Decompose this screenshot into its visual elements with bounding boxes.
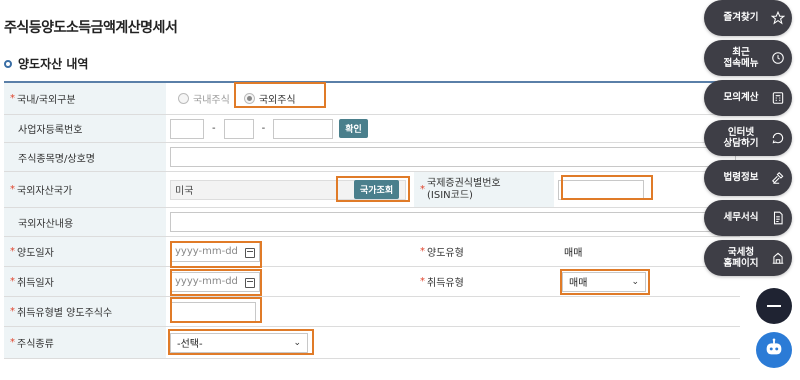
business-reg-input-1[interactable] — [170, 118, 204, 139]
business-reg-input-2[interactable] — [223, 118, 254, 139]
transfer-date-placeholder: yyyy-mm-dd — [175, 246, 238, 257]
law-info-button[interactable]: 법령정보 — [704, 160, 792, 196]
document-icon — [770, 210, 786, 226]
acquisition-date-input[interactable]: yyyy-mm-dd — [170, 271, 260, 292]
online-consult-button[interactable]: 인터넷 상담하기 — [704, 120, 792, 156]
country-lookup-button[interactable]: 국가조회 — [354, 180, 400, 199]
radio-domestic-circle — [178, 93, 189, 104]
chevron-down-icon: ⌄ — [631, 276, 639, 287]
row-shares-by-type: * 취득유형별 양도주식수 — [4, 297, 740, 327]
label-shares-by-type: * 취득유형별 양도주식수 — [4, 297, 166, 326]
stock-name-input[interactable] — [170, 147, 736, 167]
label-foreign-asset-desc: 국외자산내용 — [4, 208, 166, 236]
collapse-sidebar-button[interactable] — [756, 288, 792, 324]
star-icon — [770, 10, 786, 26]
minus-icon — [767, 305, 781, 307]
row-domestic-foreign: * 국내/국외구분 국내주식 국외주식 — [4, 83, 740, 115]
confirm-button[interactable]: 확인 — [339, 119, 368, 138]
calendar-icon[interactable] — [245, 247, 255, 258]
label-transfer-date: * 양도일자 — [4, 237, 166, 266]
label-acquisition-date: * 취득일자 — [4, 267, 166, 296]
calendar-icon[interactable] — [245, 277, 255, 288]
row-transfer: * 양도일자 yyyy-mm-dd * 양도유형 매매 — [4, 237, 740, 267]
row-business-reg: 사업자등록번호 - - 확인 — [4, 115, 740, 143]
section-title-text: 양도자산 내역 — [18, 57, 89, 71]
label-domestic-foreign: * 국내/국외구분 — [4, 83, 166, 114]
row-stock-name: 주식종목명/상호명 — [4, 143, 740, 172]
asset-form-table: * 국내/국외구분 국내주식 국외주식 사업자등록번호 - - 확인 주식종목명/… — [4, 81, 740, 359]
stock-type-select[interactable]: -선택- ⌄ — [170, 332, 308, 353]
gavel-icon — [770, 170, 786, 186]
shares-by-type-input[interactable] — [170, 301, 256, 322]
label-acquisition-type: * 취득유형 — [414, 267, 554, 296]
dash-1: - — [212, 123, 216, 134]
acquisition-type-select[interactable]: 매매 ⌄ — [562, 271, 646, 292]
row-foreign-country: * 국외자산국가 미국 국가조회 * 국제증권식별번호 (ISIN코드) — [4, 172, 740, 208]
radio-foreign[interactable]: 국외주식 — [243, 91, 296, 106]
mock-calculation-button[interactable]: 모의계산 — [704, 80, 792, 116]
label-stock-name: 주식종목명/상호명 — [4, 143, 166, 171]
page-title: 주식등양도소득금액계산명세서 — [4, 20, 178, 36]
row-foreign-asset-desc: 국외자산내용 — [4, 208, 740, 237]
chatbot-icon — [763, 337, 785, 363]
clock-icon — [770, 50, 786, 66]
foreign-asset-desc-input[interactable] — [170, 212, 736, 232]
section-title: 양도자산 내역 — [4, 55, 88, 72]
favorites-button[interactable]: 즐겨찾기 — [704, 0, 792, 36]
label-business-reg: 사업자등록번호 — [4, 115, 166, 142]
label-isin: * 국제증권식별번호 (ISIN코드) — [414, 172, 554, 207]
building-icon — [770, 250, 786, 266]
transfer-date-input[interactable]: yyyy-mm-dd — [170, 241, 260, 262]
row-acquisition: * 취득일자 yyyy-mm-dd * 취득유형 매매 ⌄ — [4, 267, 740, 297]
acquisition-date-placeholder: yyyy-mm-dd — [175, 276, 238, 287]
radio-domestic[interactable]: 국내주식 — [178, 91, 230, 106]
chevron-down-icon: ⌄ — [293, 337, 301, 348]
recent-menu-button[interactable]: 최근 접속메뉴 — [704, 40, 792, 76]
nts-homepage-button[interactable]: 국세청 홈페이지 — [704, 240, 792, 276]
chatbot-button[interactable] — [756, 332, 792, 368]
dash-2: - — [261, 123, 266, 134]
section-bullet-icon — [4, 59, 12, 68]
label-foreign-country: * 국외자산국가 — [4, 172, 166, 207]
radio-foreign-circle — [243, 93, 255, 104]
chat-icon — [770, 130, 786, 146]
quick-menu-sidebar: 즐겨찾기 최근 접속메뉴 모의계산 인터넷 상담하기 법령정보 세무서식 국세청… — [704, 0, 794, 380]
isin-input[interactable] — [558, 179, 644, 200]
business-reg-input-3[interactable] — [273, 118, 334, 139]
calculator-icon — [770, 90, 786, 106]
tax-forms-button[interactable]: 세무서식 — [704, 200, 792, 236]
row-stock-type: * 주식종류 -선택- ⌄ — [4, 327, 740, 359]
label-stock-type: * 주식종류 — [4, 327, 166, 358]
label-transfer-type: * 양도유형 — [414, 237, 554, 266]
